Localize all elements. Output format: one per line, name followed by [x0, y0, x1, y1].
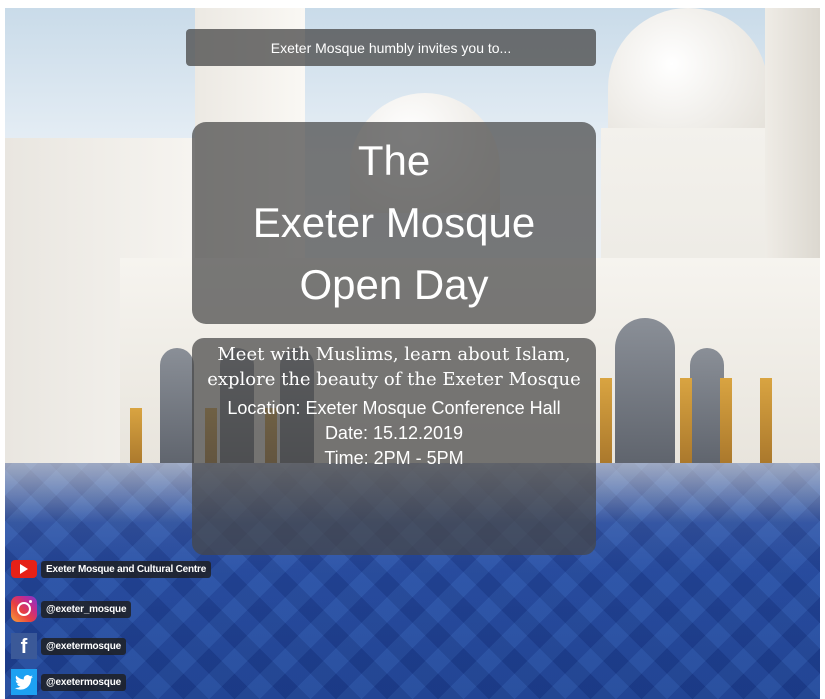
facebook-link[interactable]: f @exetermosque	[11, 633, 126, 659]
title-line-3: Open Day	[299, 261, 489, 308]
open-day-page: Exeter Mosque humbly invites you to... T…	[0, 0, 825, 699]
invite-text: Exeter Mosque humbly invites you to...	[270, 39, 512, 56]
event-date: Date: 15.12.2019	[324, 423, 464, 443]
event-location: Location: Exeter Mosque Conference Hall	[227, 398, 561, 418]
instagram-icon	[11, 596, 37, 622]
title-card: The Exeter Mosque Open Day	[192, 122, 596, 324]
youtube-link[interactable]: Exeter Mosque and Cultural Centre	[11, 560, 212, 578]
twitter-icon	[11, 669, 37, 695]
event-time: Time: 2PM - 5PM	[324, 448, 464, 468]
title-line-2: Exeter Mosque	[252, 199, 536, 246]
facebook-label: @exetermosque	[41, 637, 126, 655]
youtube-icon	[11, 560, 37, 578]
twitter-label: @exetermosque	[41, 673, 126, 691]
youtube-label: Exeter Mosque and Cultural Centre	[41, 560, 212, 578]
facebook-icon: f	[11, 633, 37, 659]
event-details-card: Meet with Muslims, learn about Islam, ex…	[192, 338, 596, 555]
instagram-link[interactable]: @exeter_mosque	[11, 596, 132, 622]
instagram-label: @exeter_mosque	[41, 600, 132, 618]
title-line-1: The	[357, 137, 431, 184]
twitter-link[interactable]: @exetermosque	[11, 669, 126, 695]
invite-banner: Exeter Mosque humbly invites you to...	[186, 29, 596, 66]
event-tagline: Meet with Muslims, learn about Islam, ex…	[207, 344, 581, 390]
